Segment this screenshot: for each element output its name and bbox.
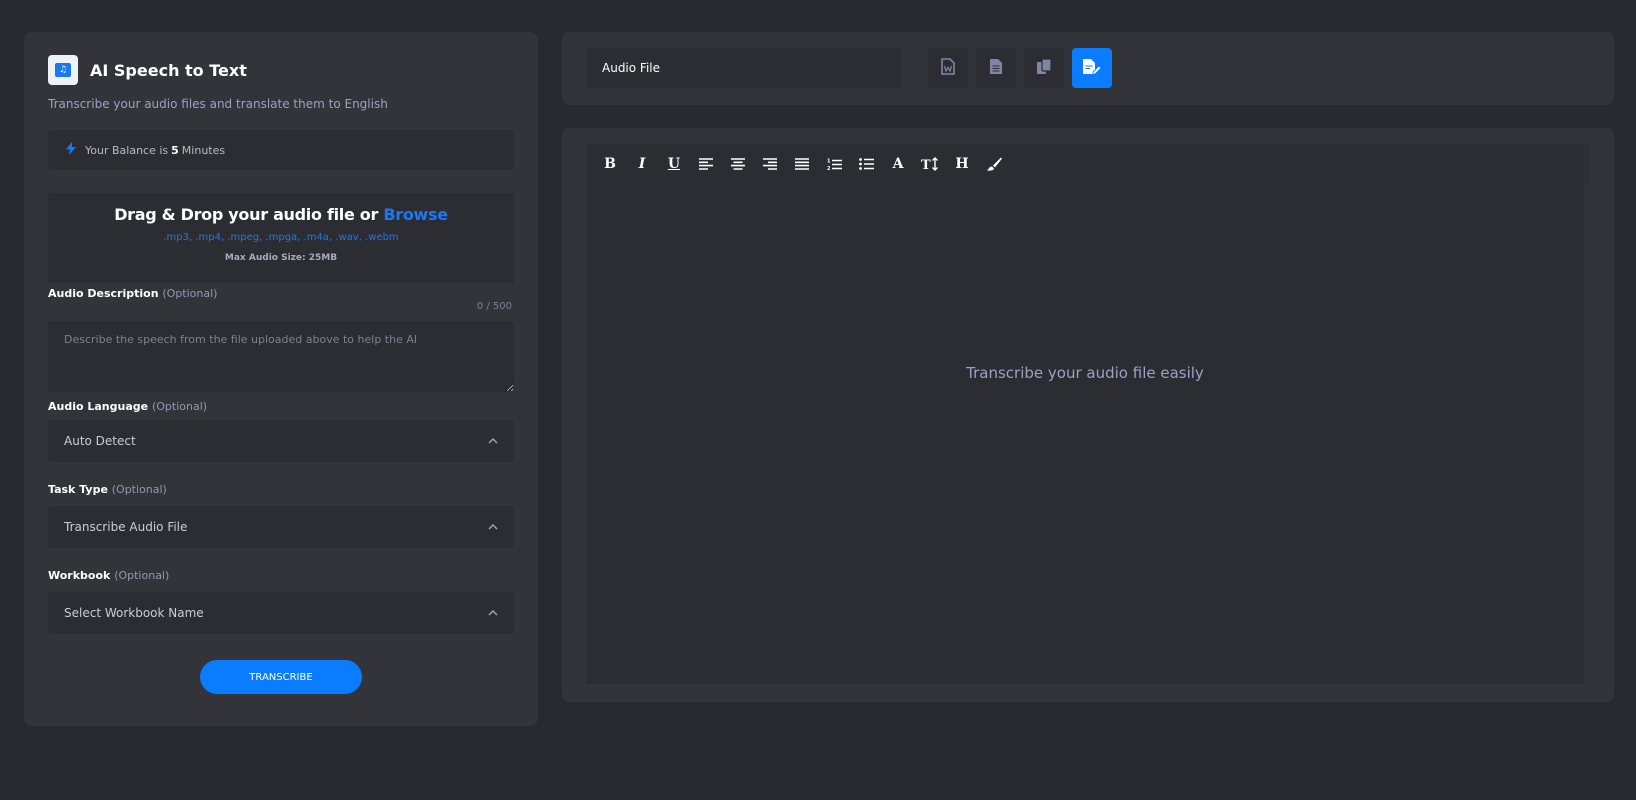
balance-prefix: Your Balance is xyxy=(85,143,169,157)
task-type-select[interactable]: Transcribe Audio File xyxy=(48,506,514,548)
file-toolbar-panel: Audio File xyxy=(562,32,1614,105)
svg-text:2: 2 xyxy=(827,166,831,171)
chevron-up-icon xyxy=(488,608,498,619)
browse-link[interactable]: Browse xyxy=(383,205,448,224)
save-edit-icon xyxy=(1082,58,1102,79)
filename-text: Audio File xyxy=(602,61,661,75)
font-size-icon[interactable]: T xyxy=(914,150,946,178)
chevron-up-icon xyxy=(488,522,498,533)
dropzone-title-text: Drag & Drop your audio file or xyxy=(114,205,379,224)
language-select[interactable]: Auto Detect xyxy=(48,420,514,462)
align-center-icon[interactable] xyxy=(722,150,754,178)
bold-icon[interactable]: B xyxy=(594,150,626,178)
language-label: Audio Language (Optional) xyxy=(48,400,207,413)
dropzone-title: Drag & Drop your audio file or Browse xyxy=(48,205,514,224)
workbook-label-text: Workbook xyxy=(48,569,111,582)
transcribe-panel: ♫ AI Speech to Text Transcribe your audi… xyxy=(24,32,538,726)
text-export-icon xyxy=(989,58,1003,79)
balance-value: 5 xyxy=(171,143,179,157)
max-size-note: Max Audio Size: 25MB xyxy=(224,253,338,263)
optional-tag: (Optional) xyxy=(151,400,208,413)
optional-tag: (Optional) xyxy=(111,483,167,496)
description-label-text: Audio Description xyxy=(48,287,159,300)
app-header: ♫ AI Speech to Text xyxy=(48,55,247,85)
transcribe-button[interactable]: TRANSCRIBE xyxy=(200,660,362,694)
char-counter: 0 / 500 xyxy=(476,301,512,312)
align-justify-icon[interactable] xyxy=(786,150,818,178)
music-file-icon: ♫ xyxy=(48,55,78,85)
app-subtitle: Transcribe your audio files and translat… xyxy=(48,97,388,111)
format-brush-icon[interactable] xyxy=(978,150,1010,178)
underline-icon[interactable]: U xyxy=(658,150,690,178)
heading-icon[interactable]: H xyxy=(946,150,978,178)
workbook-label: Workbook (Optional) xyxy=(48,569,169,582)
language-label-text: Audio Language xyxy=(48,400,149,413)
balance-banner: Your Balance is 5 Minutes xyxy=(48,130,514,170)
file-dropzone[interactable]: Drag & Drop your audio file or Browse .m… xyxy=(48,193,514,283)
task-type-label-text: Task Type xyxy=(48,483,108,496)
rich-text-editor[interactable]: B I U 12 A T H Transcribe your audio fil… xyxy=(586,144,1590,684)
copy-button[interactable] xyxy=(1024,48,1064,88)
workbook-select[interactable]: Select Workbook Name xyxy=(48,592,514,634)
copy-icon xyxy=(1036,57,1053,79)
description-label: Audio Description (Optional) xyxy=(48,287,217,300)
italic-icon[interactable]: I xyxy=(626,150,658,178)
filename-field[interactable]: Audio File xyxy=(586,48,901,88)
editor-panel: B I U 12 A T H Transcribe your audio fil… xyxy=(562,128,1614,702)
optional-tag: (Optional) xyxy=(114,569,170,582)
editor-toolbar: B I U 12 A T H xyxy=(586,144,1590,184)
word-export-icon xyxy=(941,57,955,79)
language-select-value: Auto Detect xyxy=(64,434,136,448)
svg-text:T: T xyxy=(921,158,931,171)
task-type-label: Task Type (Optional) xyxy=(48,483,167,496)
task-type-select-value: Transcribe Audio File xyxy=(64,520,188,534)
align-right-icon[interactable] xyxy=(754,150,786,178)
accepted-file-types: .mp3, .mp4, .mpeg, .mpga, .m4a, .wav, .w… xyxy=(163,232,399,243)
bullet-list-icon[interactable] xyxy=(850,150,882,178)
bolt-icon xyxy=(66,141,76,159)
optional-tag: (Optional) xyxy=(162,287,218,300)
app-title: AI Speech to Text xyxy=(90,60,247,80)
save-edit-button[interactable] xyxy=(1072,48,1112,88)
text-export-button[interactable] xyxy=(976,48,1016,88)
svg-text:1: 1 xyxy=(827,158,831,164)
ordered-list-icon[interactable]: 12 xyxy=(818,150,850,178)
editor-placeholder: Transcribe your audio file easily xyxy=(966,364,1204,382)
chevron-up-icon xyxy=(488,436,498,447)
description-textarea[interactable] xyxy=(48,321,514,392)
word-export-button[interactable] xyxy=(928,48,968,88)
balance-unit: Minutes xyxy=(181,143,226,157)
font-color-icon[interactable]: A xyxy=(882,150,914,178)
workbook-select-value: Select Workbook Name xyxy=(64,606,204,620)
align-left-icon[interactable] xyxy=(690,150,722,178)
